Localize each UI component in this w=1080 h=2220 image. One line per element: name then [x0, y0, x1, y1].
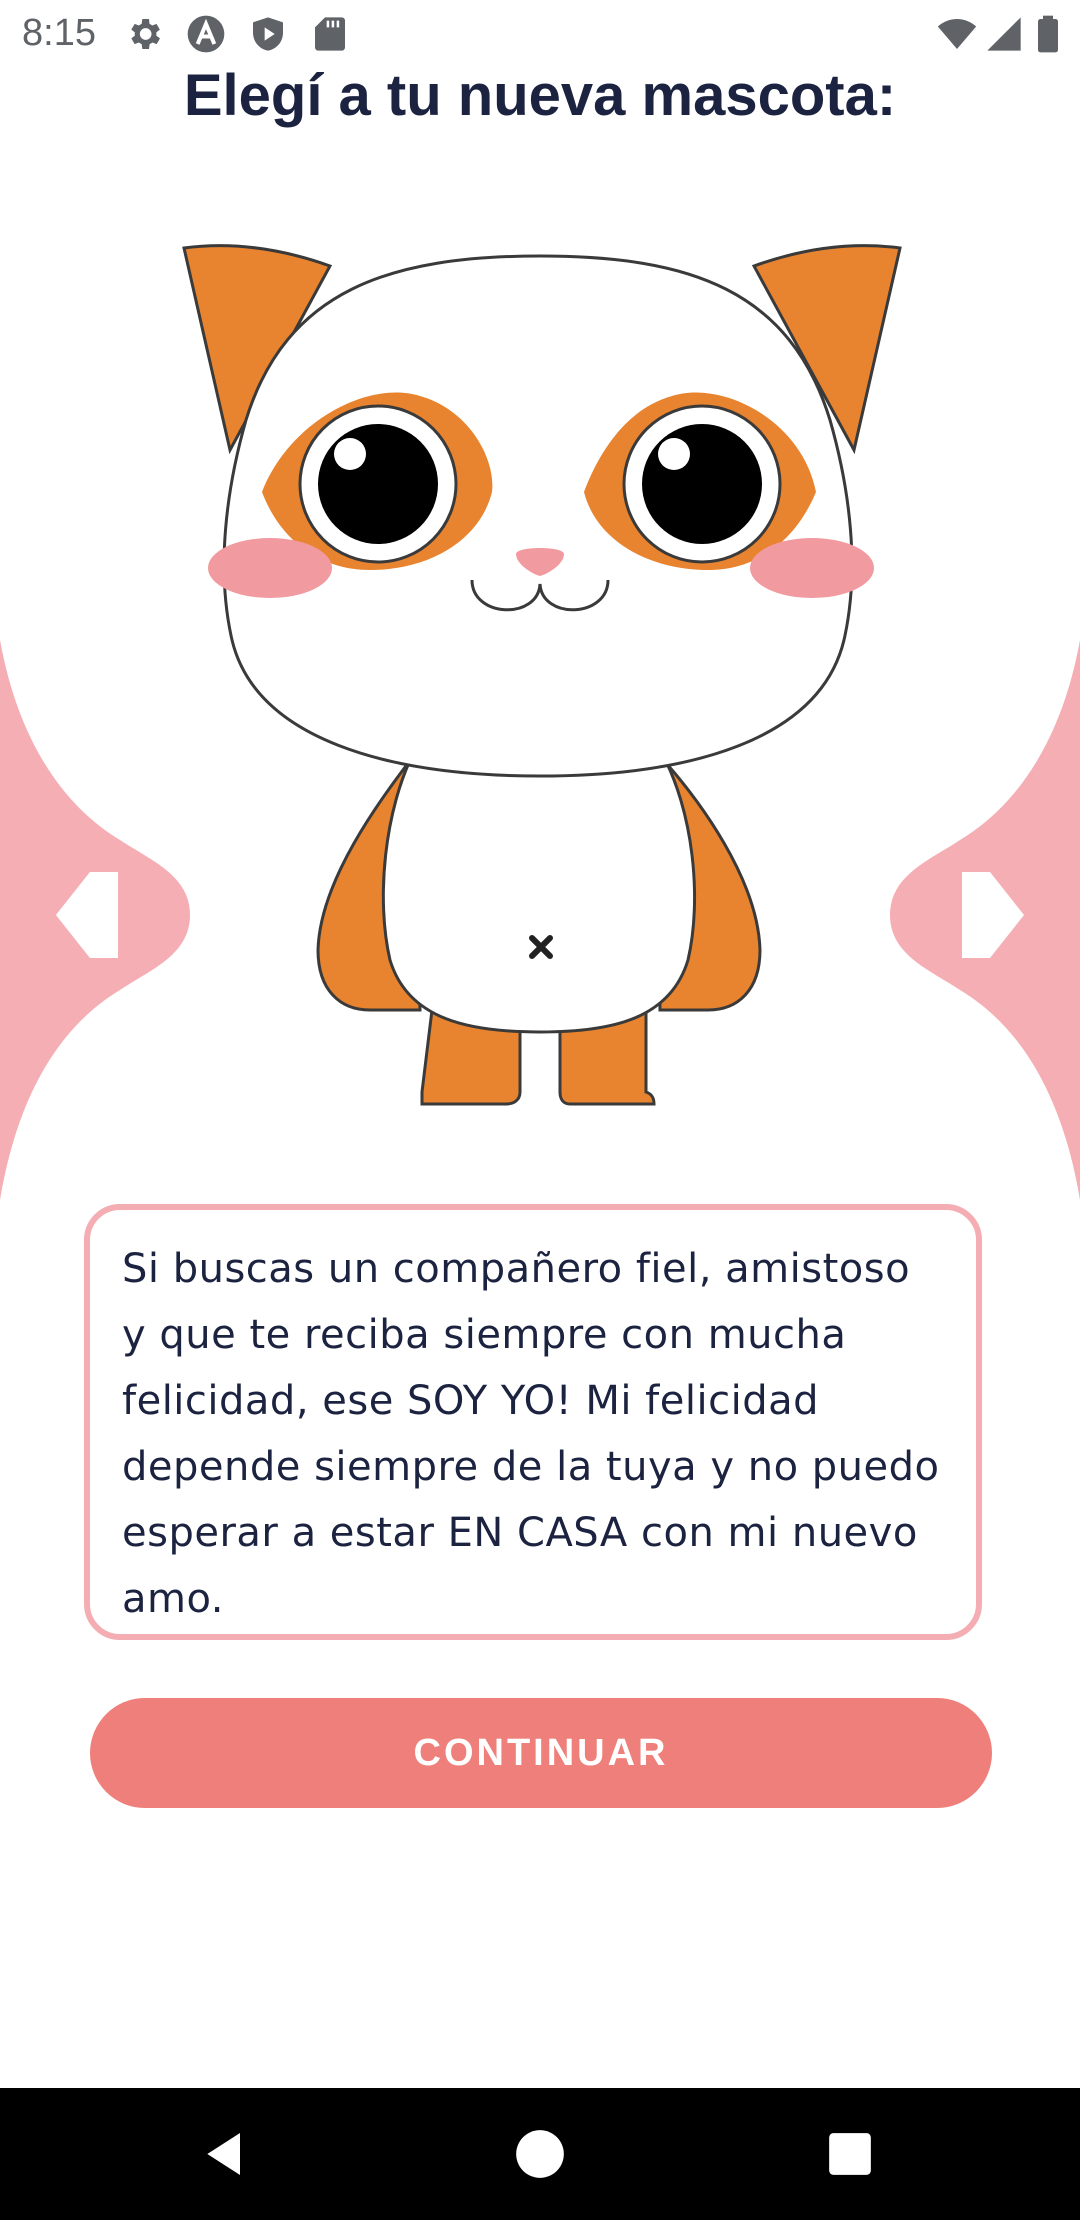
recents-icon — [829, 2133, 871, 2175]
pet-description-card: Si buscas un compañero fiel, amistoso y … — [84, 1204, 982, 1640]
next-pet-button[interactable] — [880, 640, 1080, 1200]
continue-button[interactable]: CONTINUAR — [90, 1698, 992, 1808]
system-navigation-bar — [0, 2088, 1080, 2220]
wifi-icon — [937, 19, 977, 49]
home-icon — [516, 2130, 564, 2178]
status-time: 8:15 — [22, 12, 96, 54]
back-icon — [207, 2133, 240, 2175]
sd-card-icon — [315, 17, 345, 51]
a-icon — [187, 15, 225, 53]
shield-icon — [253, 17, 283, 51]
nav-home-button[interactable] — [500, 2114, 580, 2194]
nav-back-button[interactable] — [186, 2114, 266, 2194]
nav-recents-button[interactable] — [810, 2114, 890, 2194]
gear-icon — [131, 19, 160, 49]
arrow-right-icon — [890, 640, 1080, 1200]
page-title: Elegí a tu nueva mascota: — [183, 63, 897, 128]
pet-description: Si buscas un compañero fiel, amistoso y … — [122, 1246, 940, 1622]
cat-illustration — [182, 244, 902, 1106]
signal-icon — [987, 17, 1021, 51]
battery-icon — [1038, 15, 1058, 53]
screen: 8:15 Elegí a tu nueva mascota: Si buscas… — [0, 0, 1080, 2220]
